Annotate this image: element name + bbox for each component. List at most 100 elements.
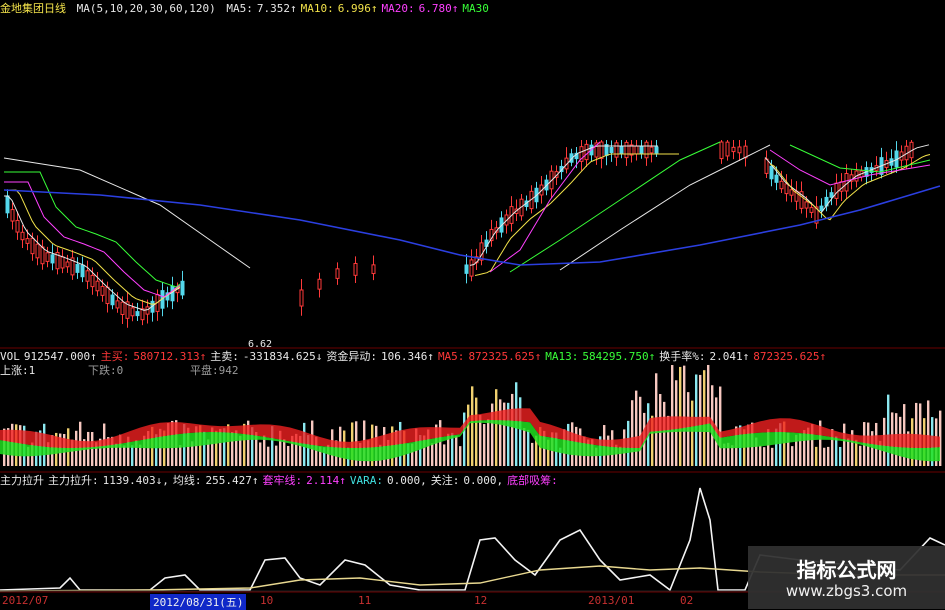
date-axis-label: 12 bbox=[474, 594, 488, 607]
candle-body bbox=[819, 205, 824, 212]
volume-bar bbox=[495, 389, 498, 466]
volume-bar bbox=[887, 394, 890, 466]
volume-stat: VOL bbox=[0, 350, 20, 363]
price-panel: 6.62 bbox=[3, 140, 941, 350]
volume-bar bbox=[459, 446, 462, 466]
candle-body bbox=[769, 165, 774, 180]
candle-body bbox=[85, 270, 90, 282]
volume-stat: 资金异动: bbox=[326, 350, 377, 363]
watermark-url: www.zbgs3.com bbox=[785, 582, 908, 600]
candle-body bbox=[45, 252, 50, 262]
volume-bar bbox=[707, 364, 710, 466]
market-breadth-stat: 平盘:942 bbox=[190, 364, 239, 377]
candle-body bbox=[774, 174, 779, 183]
stock-chart-canvas[interactable]: 6.62 bbox=[0, 0, 945, 609]
volume-bar bbox=[455, 435, 458, 466]
candle-body bbox=[624, 141, 629, 159]
candle-body bbox=[737, 146, 742, 154]
volume-bar bbox=[683, 365, 686, 466]
candle-body bbox=[105, 286, 110, 305]
volume-bar bbox=[519, 397, 522, 466]
indicator-panel-header: 主力拉升 主力拉升: 1139.403↓, 均线: 255.427↑ 套牢线: 2.114↑… bbox=[0, 474, 945, 488]
volume-bar bbox=[759, 445, 762, 466]
volume-bar bbox=[631, 400, 634, 466]
candle-body bbox=[731, 146, 736, 153]
candle-body bbox=[60, 256, 65, 269]
ma-value: 6.780↑ bbox=[418, 2, 459, 15]
candle-body bbox=[10, 209, 15, 222]
candle-body bbox=[353, 262, 358, 276]
candle-body bbox=[120, 301, 125, 316]
indicator-stat: VARA: bbox=[349, 474, 383, 487]
market-breadth-stat: 上涨:1 bbox=[0, 364, 36, 377]
candle-body bbox=[809, 207, 814, 213]
volume-stat: 872325.625↑ bbox=[468, 350, 542, 363]
date-axis-cursor-label[interactable]: 2012/08/31(五) bbox=[150, 594, 247, 610]
ma-label: MA5: bbox=[226, 2, 253, 15]
volume-stat: 106.346↑ bbox=[380, 350, 434, 363]
candle-body bbox=[5, 195, 10, 214]
candle-body bbox=[335, 268, 340, 279]
candle-body bbox=[584, 143, 589, 161]
volume-bar bbox=[499, 399, 502, 466]
indicator-stat: 关注: bbox=[430, 474, 460, 487]
volume-bar bbox=[771, 447, 774, 466]
indicator-stat: 套牢线: bbox=[262, 474, 303, 487]
candle-body bbox=[145, 306, 150, 315]
candle-body bbox=[804, 201, 809, 209]
candle-body bbox=[844, 173, 849, 192]
volume-bar bbox=[635, 390, 638, 466]
volume-bar bbox=[719, 386, 722, 466]
volume-bar bbox=[639, 396, 642, 466]
candle-body bbox=[317, 278, 322, 290]
volume-stat: 主卖: bbox=[210, 350, 239, 363]
volume-bar bbox=[275, 445, 278, 466]
indicator-stat: 主力拉升 bbox=[0, 474, 44, 487]
volume-bar bbox=[487, 419, 490, 466]
candle-body bbox=[25, 238, 30, 244]
volume-bar bbox=[835, 436, 838, 466]
candle-body bbox=[75, 263, 80, 273]
candle-body bbox=[779, 180, 784, 190]
volume-panel-subheader: 上涨:1 下跌:0 平盘:942 bbox=[0, 364, 945, 378]
volume-stat: MA5: bbox=[437, 350, 465, 363]
date-axis-label: 11 bbox=[358, 594, 372, 607]
candle-body bbox=[65, 261, 70, 268]
market-breadth-stat: 下跌:0 bbox=[88, 364, 124, 377]
indicator-stat: 均线: bbox=[172, 474, 202, 487]
volume-bar bbox=[815, 446, 818, 466]
candle-body bbox=[135, 311, 140, 317]
candle-body bbox=[30, 237, 35, 255]
candle-body bbox=[725, 141, 730, 157]
volume-bar bbox=[439, 420, 442, 466]
indicator-stat: 底部吸筹: bbox=[507, 474, 558, 487]
candle-body bbox=[170, 285, 175, 302]
date-axis-label: 2013/01 bbox=[588, 594, 635, 607]
volume-stat: MA13: bbox=[545, 350, 579, 363]
candle-body bbox=[180, 280, 185, 296]
volume-bar bbox=[731, 445, 734, 466]
candle-body bbox=[719, 141, 724, 160]
volume-stat: 换手率%: bbox=[659, 350, 706, 363]
candle-body bbox=[644, 141, 649, 159]
candle-body bbox=[649, 146, 654, 154]
candle-body bbox=[654, 146, 659, 154]
candle-body bbox=[35, 243, 40, 259]
volume-bar bbox=[839, 446, 842, 466]
volume-bar bbox=[531, 442, 534, 466]
chart-window[interactable]: 6.62 金地集团日线 MA(5,10,20,30,60,120) MA5: 7.… bbox=[0, 0, 945, 610]
volume-bar bbox=[475, 397, 478, 466]
volume-bar bbox=[263, 435, 266, 466]
candle-body bbox=[614, 142, 619, 158]
ma-value: 7.352↑ bbox=[256, 2, 297, 15]
volume-bar bbox=[287, 445, 290, 466]
volume-bar bbox=[131, 445, 134, 466]
ma30-line bbox=[789, 144, 931, 173]
ma-label: MA30 bbox=[462, 2, 489, 15]
date-axis-label: 10 bbox=[260, 594, 274, 607]
volume-bar bbox=[671, 365, 674, 466]
stock-title: 金地集团日线 bbox=[0, 2, 66, 15]
volume-bar bbox=[283, 439, 286, 466]
candle-body bbox=[619, 145, 624, 155]
indicator-stat: 0.000, bbox=[386, 474, 427, 487]
